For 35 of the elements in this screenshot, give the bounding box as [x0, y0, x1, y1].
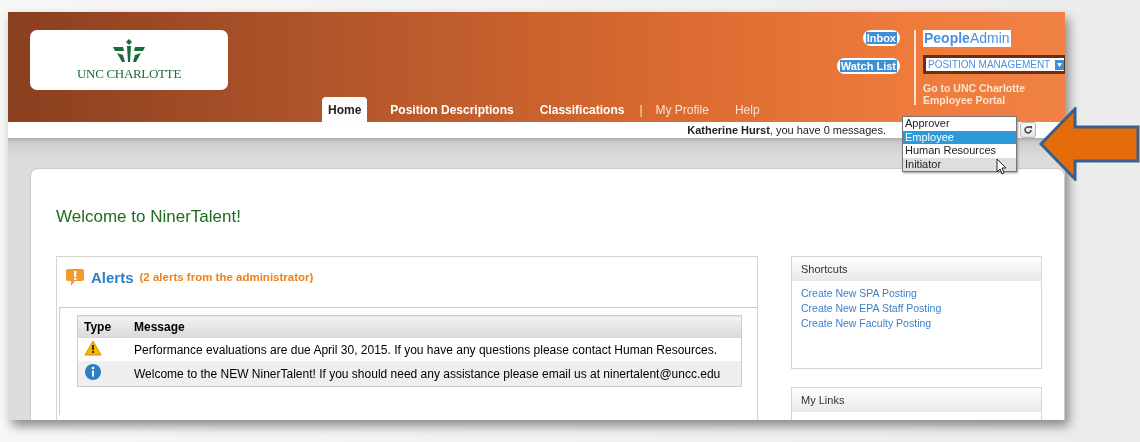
logo-text: UNC CHARLOTTE — [76, 65, 182, 82]
role-option[interactable]: Approver — [903, 117, 1016, 131]
column-header: Message — [128, 315, 742, 338]
panel-title: My Links — [792, 388, 1041, 412]
speech-bubble-icon — [65, 267, 85, 287]
header-link[interactable]: Watch List — [836, 58, 900, 74]
role-option[interactable]: Initiator — [903, 157, 1016, 171]
module-select[interactable]: POSITION MANAGEMENT — [923, 55, 1065, 74]
welcome-message: Katherine Hurst, you have 0 messages. — [687, 124, 886, 136]
shortcut-link[interactable]: Create New SPA Posting — [801, 287, 1032, 300]
shortcut-link[interactable]: Create New EPA Staff Posting — [801, 302, 1032, 315]
refresh-button[interactable] — [1020, 122, 1036, 138]
warning-icon — [84, 340, 102, 356]
dropdown-arrow-icon — [1055, 59, 1064, 70]
nav-separator: | — [639, 102, 643, 119]
nav-tab[interactable]: My Profile — [642, 97, 722, 122]
nav-tab[interactable]: Position Descriptions — [377, 97, 527, 122]
role-option[interactable]: Human Resources — [903, 144, 1016, 158]
role-option[interactable]: Employee — [903, 130, 1016, 144]
peopleadmin-logo: PeopleAdmin — [923, 30, 1011, 47]
column-header: Type — [77, 315, 128, 338]
nav-tab[interactable]: Home — [322, 97, 368, 122]
shortcut-link[interactable]: Create New Faculty Posting — [801, 317, 1032, 330]
header-link[interactable]: Inbox — [862, 30, 900, 46]
alerts-title: Alerts — [91, 268, 134, 286]
nav-tab[interactable]: Help — [721, 97, 773, 122]
refresh-icon — [1023, 125, 1033, 135]
alert-message: Welcome to the NEW NinerTalent! If you should need any assistance please email us at ninertalent@uncc.edu — [128, 361, 742, 387]
info-icon — [84, 363, 102, 381]
portal-link[interactable]: Go to UNC Charlotte Employee Portal — [923, 82, 1065, 106]
alerts-count: (2 alerts from the administrator) — [139, 271, 314, 283]
nav-tab[interactable]: Classifications — [526, 97, 638, 122]
panel-title: Shortcuts — [792, 257, 1041, 281]
alert-message: Performance evaluations are due April 30, 2015. If you have any questions please contact Human Resources. — [128, 338, 742, 361]
welcome-heading: Welcome to NinerTalent! — [56, 207, 242, 227]
